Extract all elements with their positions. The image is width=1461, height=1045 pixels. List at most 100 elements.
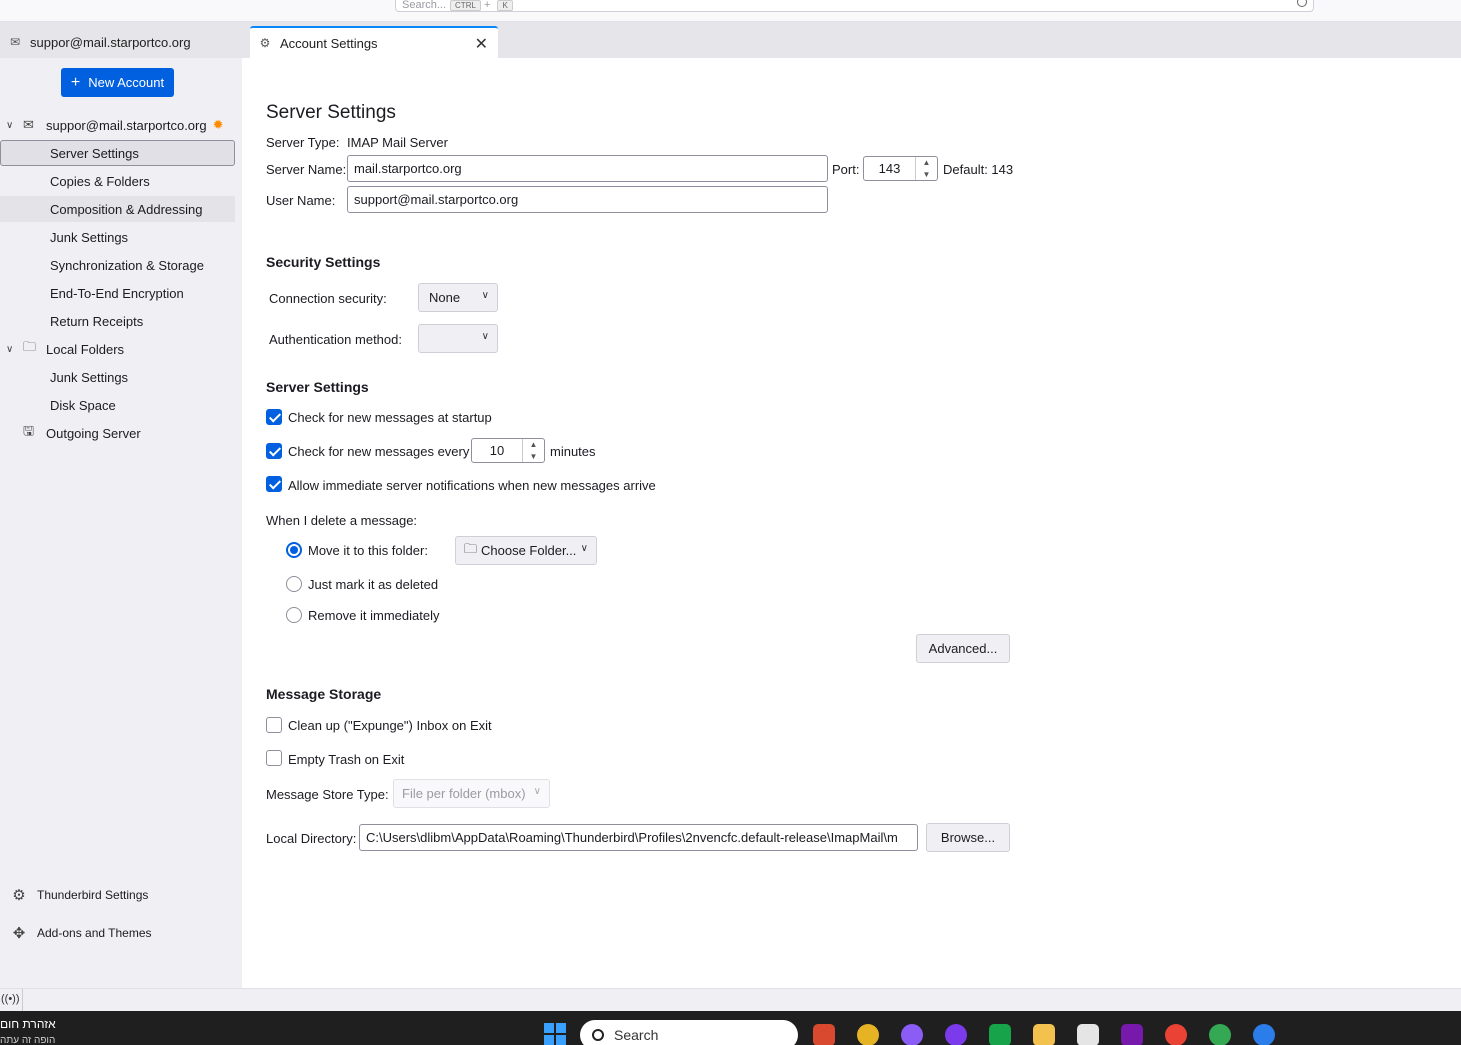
conn-security-select[interactable]: None ∨ xyxy=(418,283,498,312)
gear-icon: ⚙ xyxy=(12,887,26,904)
taskbar-search[interactable]: Search xyxy=(580,1020,798,1045)
allow-notifications-checkbox[interactable] xyxy=(266,476,282,492)
just-mark-radio[interactable] xyxy=(286,576,302,592)
tab-account-settings[interactable]: ⚙ Account Settings ✕ xyxy=(250,26,498,58)
sidebar-item-composition[interactable]: Composition & Addressing xyxy=(0,196,235,222)
allow-notifications-label[interactable]: Allow immediate server notifications whe… xyxy=(288,478,656,493)
sidebar-item-label: Outgoing Server xyxy=(46,425,141,441)
sidebar-item-receipts[interactable]: Return Receipts xyxy=(0,308,235,334)
sidebar-item-label: End-To-End Encryption xyxy=(50,285,184,301)
sidebar-item-label: Return Receipts xyxy=(50,313,144,329)
tree-local-folders[interactable]: ∨ 🗀 Local Folders xyxy=(0,336,235,362)
tab-mail-label: suppor@mail.starportco.org xyxy=(30,34,191,50)
port-default: Default: 143 xyxy=(943,162,1014,177)
sidebar-item-outgoing[interactable]: 🖫 Outgoing Server xyxy=(0,420,235,446)
delete-label: When I delete a message: xyxy=(266,513,418,528)
snipping-tool-icon[interactable] xyxy=(1077,1024,1099,1045)
just-mark-label[interactable]: Just mark it as deleted xyxy=(308,577,438,592)
cleanup-inbox-label[interactable]: Clean up ("Expunge") Inbox on Exit xyxy=(288,718,492,733)
move-to-folder-radio[interactable] xyxy=(286,542,302,558)
choose-folder-select[interactable]: 🗀 Choose Folder... ∨ xyxy=(455,536,597,565)
port-stepper[interactable]: 143 ▲ ▼ xyxy=(863,156,938,181)
storage-heading: Message Storage xyxy=(266,686,382,702)
sidebar-item-copies-folders[interactable]: Copies & Folders xyxy=(0,168,235,194)
store-type-label: Message Store Type: xyxy=(266,787,389,802)
store-type-value: File per folder (mbox) xyxy=(402,786,526,801)
check-startup-checkbox[interactable] xyxy=(266,409,282,425)
advanced-button[interactable]: Advanced... xyxy=(916,634,1010,663)
folder-icon: 🗀 xyxy=(464,540,478,556)
user-name-field[interactable]: support@mail.starportco.org xyxy=(347,186,828,213)
onenote-icon[interactable] xyxy=(1121,1024,1143,1045)
weather-alert-text[interactable]: אזהרת חום xyxy=(0,1017,56,1031)
sidebar-item-disk-space[interactable]: Disk Space xyxy=(0,392,235,418)
envelope-icon: ✉ xyxy=(9,35,21,49)
folder-icon: 🗀 xyxy=(23,339,37,354)
sidebar-item-junk[interactable]: Junk Settings xyxy=(0,224,235,250)
chrome-profile-icon[interactable] xyxy=(1209,1024,1231,1045)
sidebar-item-label: Junk Settings xyxy=(50,369,129,385)
phone-icon[interactable] xyxy=(989,1024,1011,1045)
sidebar-item-local-junk[interactable]: Junk Settings xyxy=(0,364,235,390)
server-name-field[interactable]: mail.starportco.org xyxy=(347,155,828,182)
close-tab-icon[interactable]: ✕ xyxy=(475,34,488,54)
sidebar-item-sync[interactable]: Synchronization & Storage xyxy=(0,252,235,278)
thunderbird-settings-link[interactable]: ⚙ Thunderbird Settings xyxy=(0,880,242,910)
wifi-status-icon[interactable]: ((•)) xyxy=(1,993,20,1005)
check-startup-label[interactable]: Check for new messages at startup xyxy=(288,410,492,425)
local-dir-label: Local Directory: xyxy=(266,831,357,846)
tree-account[interactable]: ∨ ✉ suppor@mail.starportco.org ✹ xyxy=(0,112,235,138)
check-interval-stepper[interactable]: 10 ▲ ▼ xyxy=(471,438,545,463)
chevron-down-icon: ∨ xyxy=(481,290,489,301)
sidebar-item-label: Copies & Folders xyxy=(50,173,150,189)
empty-trash-checkbox[interactable] xyxy=(266,750,282,766)
sidebar-item-server-settings[interactable]: Server Settings xyxy=(0,140,235,166)
chevron-down-icon[interactable]: ∨ xyxy=(6,344,13,355)
spin-arrows-icon[interactable]: ▲ ▼ xyxy=(915,157,937,180)
spin-arrows-icon[interactable]: ▲ ▼ xyxy=(522,439,544,462)
sidebar-item-label: Composition & Addressing xyxy=(50,201,203,217)
auth-method-select[interactable]: ∨ xyxy=(418,324,498,353)
chevron-down-icon[interactable]: ∨ xyxy=(6,120,13,131)
store-type-select: File per folder (mbox) ∨ xyxy=(393,779,550,808)
file-explorer-icon[interactable] xyxy=(1033,1024,1055,1045)
status-bar: ((•)) xyxy=(0,988,1461,1012)
thunderbird-icon[interactable] xyxy=(1253,1024,1275,1045)
server-name-value: mail.starportco.org xyxy=(354,161,462,176)
search-icon[interactable] xyxy=(1297,0,1307,7)
check-interval-value: 10 xyxy=(489,443,505,458)
addons-label: Add-ons and Themes xyxy=(37,926,152,940)
windows-start-icon[interactable] xyxy=(544,1023,566,1045)
sidebar-item-e2e[interactable]: End-To-End Encryption xyxy=(0,280,235,306)
new-account-button[interactable]: + New Account xyxy=(61,68,174,97)
podcast-icon[interactable] xyxy=(901,1024,923,1045)
kbd-ctrl: CTRL xyxy=(450,0,481,11)
tab-mail[interactable]: ✉ suppor@mail.starportco.org xyxy=(0,26,245,58)
slack-icon[interactable] xyxy=(857,1024,879,1045)
global-search-input[interactable]: Search... CTRL + K xyxy=(395,0,1314,12)
browse-button[interactable]: Browse... xyxy=(926,823,1010,852)
top-search-strip: Search... CTRL + K xyxy=(0,0,1461,22)
minutes-label: minutes xyxy=(550,444,596,459)
app-icon-4[interactable] xyxy=(945,1024,967,1045)
cleanup-inbox-checkbox[interactable] xyxy=(266,717,282,733)
os-taskbar: אזהרת חום הופה זה עתה Search xyxy=(0,1011,1461,1045)
check-every-label[interactable]: Check for new messages every xyxy=(288,444,469,459)
tree-local-folders-label: Local Folders xyxy=(46,341,125,357)
chrome-icon[interactable] xyxy=(1165,1024,1187,1045)
addons-link[interactable]: ✥ Add-ons and Themes xyxy=(0,918,242,948)
server-type-label: Server Type: xyxy=(266,135,340,150)
conn-security-value: None xyxy=(429,290,461,305)
search-icon xyxy=(592,1029,604,1041)
conn-security-label: Connection security: xyxy=(269,291,387,306)
chevron-down-icon: ∨ xyxy=(580,543,588,554)
page-title: Server Settings xyxy=(266,102,396,123)
remove-immediately-label[interactable]: Remove it immediately xyxy=(308,608,440,623)
move-to-folder-label[interactable]: Move it to this folder: xyxy=(308,543,428,558)
app-icon-1[interactable] xyxy=(813,1024,835,1045)
empty-trash-label[interactable]: Empty Trash on Exit xyxy=(288,752,404,767)
user-name-label: User Name: xyxy=(266,193,336,208)
local-dir-field[interactable]: C:\Users\dlibm\AppData\Roaming\Thunderbi… xyxy=(359,824,918,851)
check-every-checkbox[interactable] xyxy=(266,443,282,459)
remove-immediately-radio[interactable] xyxy=(286,607,302,623)
